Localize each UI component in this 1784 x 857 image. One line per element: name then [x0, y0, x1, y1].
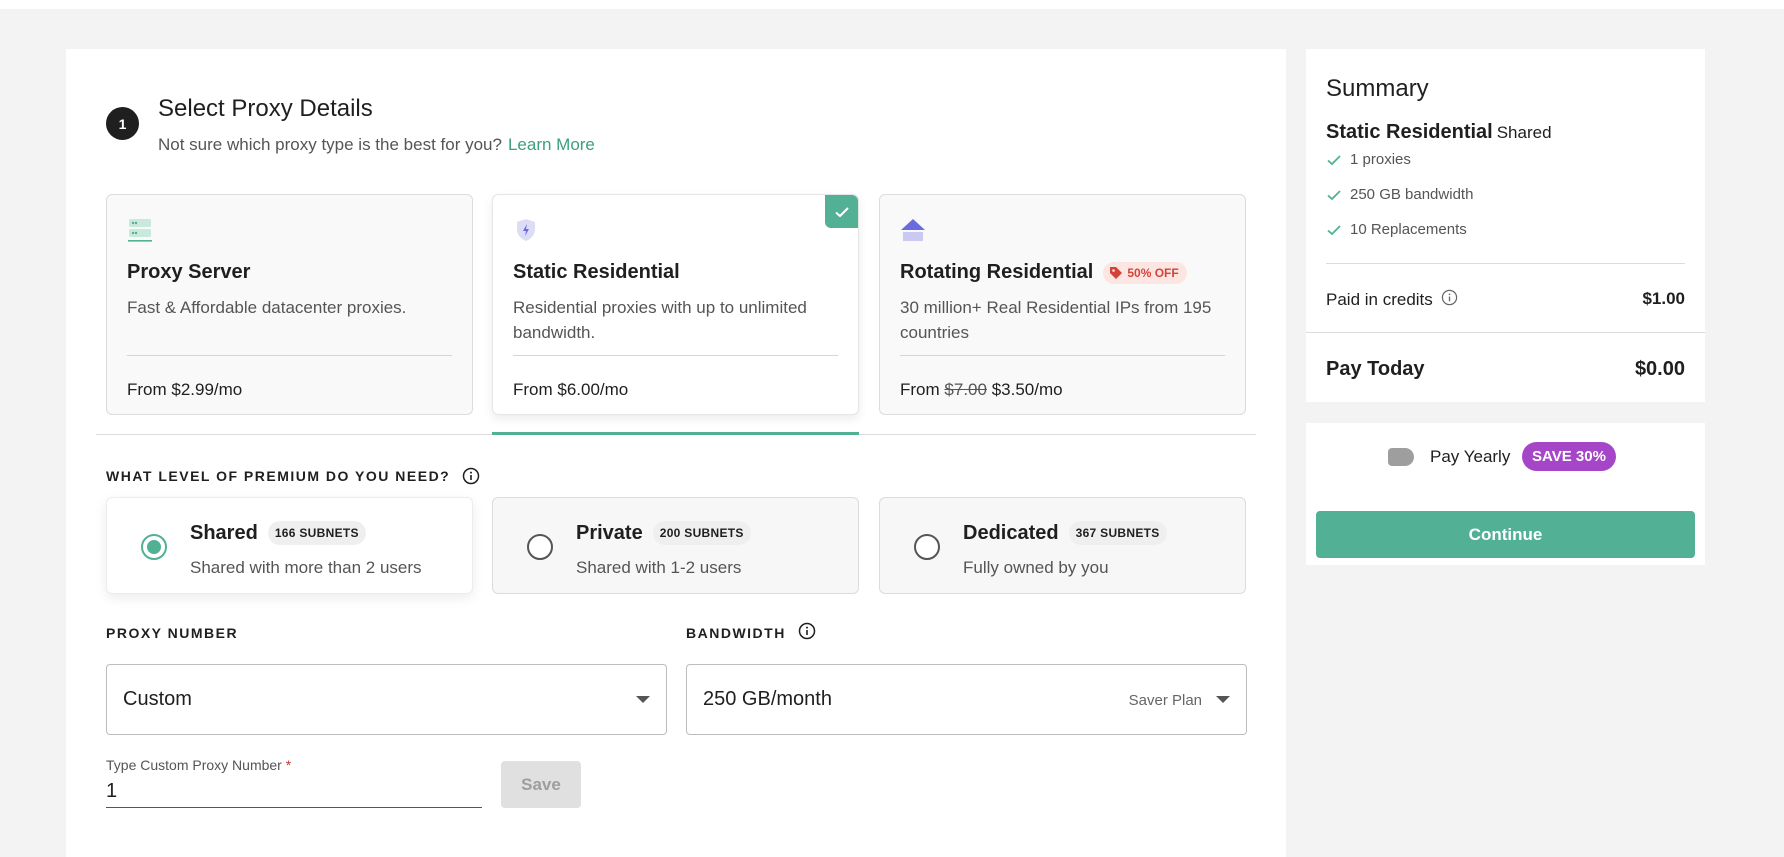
- proxy-type-desc: Fast & Affordable datacenter proxies.: [127, 298, 407, 317]
- tier-name: Private 200 SUBNETS: [576, 521, 751, 545]
- proxy-type-name: Rotating Residential 50% OFF: [900, 261, 1187, 284]
- proxy-type-name-text: Rotating Residential: [900, 261, 1094, 283]
- summary-panel: Summary Static Residential Shared 1 proxi…: [1306, 49, 1705, 402]
- proxy-type-price: From $7.00 $3.50/mo: [900, 380, 1063, 400]
- radio-dedicated[interactable]: [914, 534, 940, 560]
- paid-in-credits-label: Paid in credits: [1326, 289, 1458, 311]
- summary-divider: [1326, 263, 1685, 264]
- step-number: 1: [106, 107, 139, 140]
- summary-feature: 10 Replacements: [1326, 221, 1467, 238]
- old-price: $7.00: [944, 380, 987, 399]
- proxy-type-desc: 30 million+ Real Residential IPs from 19…: [900, 298, 1212, 342]
- bandwidth-label-text: BANDWIDTH: [686, 625, 786, 641]
- selected-check-icon: [825, 195, 858, 228]
- save-button[interactable]: Save: [501, 761, 581, 808]
- proxy-type-name: Static Residential: [513, 261, 680, 283]
- tier-name-text: Private: [576, 521, 643, 544]
- tier-name-text: Shared: [190, 521, 258, 544]
- discount-badge-text: 50% OFF: [1127, 265, 1179, 280]
- card-divider: [513, 355, 838, 356]
- chevron-down-icon: [636, 696, 650, 703]
- subnets-badge: 166 SUBNETS: [267, 521, 366, 545]
- summary-feature: 1 proxies: [1326, 151, 1411, 168]
- subtitle-text: Not sure which proxy type is the best fo…: [158, 135, 502, 154]
- pay-today-value: $0.00: [1634, 358, 1685, 380]
- paid-in-credits-text: Paid in credits: [1326, 290, 1433, 309]
- paid-in-credits-value: $1.00: [1642, 289, 1685, 308]
- premium-option-dedicated[interactable]: Dedicated 367 SUBNETS Fully owned by you: [879, 497, 1246, 594]
- home-icon: [900, 217, 926, 243]
- summary-feature-text: 10 Replacements: [1350, 221, 1467, 238]
- required-mark: *: [285, 757, 292, 773]
- tag-icon: [1110, 266, 1123, 279]
- chevron-down-icon: [1216, 696, 1230, 703]
- check-icon: [1327, 189, 1341, 200]
- summary-feature-text: 250 GB bandwidth: [1350, 186, 1474, 203]
- summary-divider: [1306, 332, 1705, 333]
- bandwidth-value: 250 GB/month: [703, 688, 832, 710]
- summary-feature: 250 GB bandwidth: [1326, 186, 1473, 203]
- premium-question: WHAT LEVEL OF PREMIUM DO YOU NEED?: [106, 467, 480, 485]
- section-subtitle: Not sure which proxy type is the best fo…: [158, 135, 595, 155]
- premium-option-private[interactable]: Private 200 SUBNETS Shared with 1-2 user…: [492, 497, 859, 594]
- info-icon[interactable]: [1441, 289, 1458, 311]
- proxy-number-value: Custom: [123, 688, 192, 710]
- proxy-number-label-text: PROXY NUMBER: [106, 625, 239, 641]
- pay-yearly-toggle[interactable]: [1388, 448, 1414, 466]
- active-type-indicator: [492, 432, 859, 435]
- shield-bolt-icon: [513, 217, 539, 243]
- pay-yearly-label: Pay Yearly: [1430, 447, 1511, 466]
- proxy-type-price: From $6.00/mo: [513, 380, 629, 399]
- proxy-details-card: 1 Select Proxy Details Not sure which pr…: [66, 49, 1286, 857]
- check-icon: [1327, 224, 1341, 235]
- bandwidth-select[interactable]: 250 GB/month Saver Plan: [686, 664, 1247, 735]
- proxy-type-name: Proxy Server: [127, 261, 251, 283]
- payment-panel: Pay Yearly SAVE 30% Continue: [1306, 423, 1705, 565]
- new-price: $3.50/mo: [991, 380, 1063, 399]
- radio-private[interactable]: [527, 534, 553, 560]
- tier-desc: Shared with more than 2 users: [190, 558, 422, 577]
- radio-shared[interactable]: [141, 534, 167, 560]
- summary-tier: Shared: [1496, 123, 1552, 142]
- continue-button[interactable]: Continue: [1316, 511, 1695, 558]
- pay-today-label: Pay Today: [1326, 358, 1425, 380]
- summary-feature-text: 1 proxies: [1350, 151, 1411, 168]
- top-bar: [0, 0, 1784, 9]
- server-icon: [127, 217, 153, 243]
- info-icon[interactable]: [798, 622, 816, 640]
- tier-desc: Shared with 1-2 users: [576, 558, 742, 577]
- bandwidth-plan: Saver Plan: [1128, 692, 1202, 709]
- tier-name-text: Dedicated: [963, 521, 1059, 544]
- check-icon: [1327, 154, 1341, 165]
- summary-product-name: Static Residential: [1326, 121, 1493, 143]
- proxy-type-price: From $2.99/mo: [127, 380, 243, 399]
- proxy-number-label: PROXY NUMBER: [106, 625, 238, 641]
- tier-desc: Fully owned by you: [963, 558, 1109, 577]
- proxy-type-desc: Residential proxies with up to unlimited…: [513, 298, 807, 342]
- proxy-type-card-proxy-server[interactable]: Proxy Server Fast & Affordable datacente…: [106, 194, 473, 415]
- premium-question-text: WHAT LEVEL OF PREMIUM DO YOU NEED?: [106, 468, 451, 484]
- save-badge: SAVE 30%: [1522, 442, 1616, 471]
- proxy-number-select[interactable]: Custom: [106, 664, 667, 735]
- bandwidth-label: BANDWIDTH: [686, 620, 816, 641]
- proxy-type-card-rotating-residential[interactable]: Rotating Residential 50% OFF 30 million+…: [879, 194, 1246, 415]
- custom-proxy-number-label-text: Type Custom Proxy Number: [106, 757, 282, 773]
- section-title: Select Proxy Details: [158, 95, 373, 122]
- summary-title: Summary: [1326, 75, 1429, 102]
- premium-option-shared[interactable]: Shared 166 SUBNETS Shared with more than…: [106, 497, 473, 594]
- custom-proxy-number-input[interactable]: [106, 775, 482, 808]
- price-prefix: From: [900, 380, 940, 399]
- card-divider: [900, 355, 1225, 356]
- summary-product: Static Residential Shared: [1326, 121, 1552, 144]
- discount-badge: 50% OFF: [1103, 261, 1187, 284]
- info-icon[interactable]: [462, 467, 480, 485]
- card-divider: [127, 355, 452, 356]
- tier-name: Shared 166 SUBNETS: [190, 521, 366, 545]
- custom-proxy-number-label: Type Custom Proxy Number *: [106, 757, 291, 773]
- learn-more-link[interactable]: Learn More: [508, 135, 595, 154]
- tier-name: Dedicated 367 SUBNETS: [963, 521, 1167, 545]
- subnets-badge: 367 SUBNETS: [1068, 521, 1167, 545]
- proxy-type-card-static-residential[interactable]: Static Residential Residential proxies w…: [492, 194, 859, 415]
- subnets-badge: 200 SUBNETS: [652, 521, 751, 545]
